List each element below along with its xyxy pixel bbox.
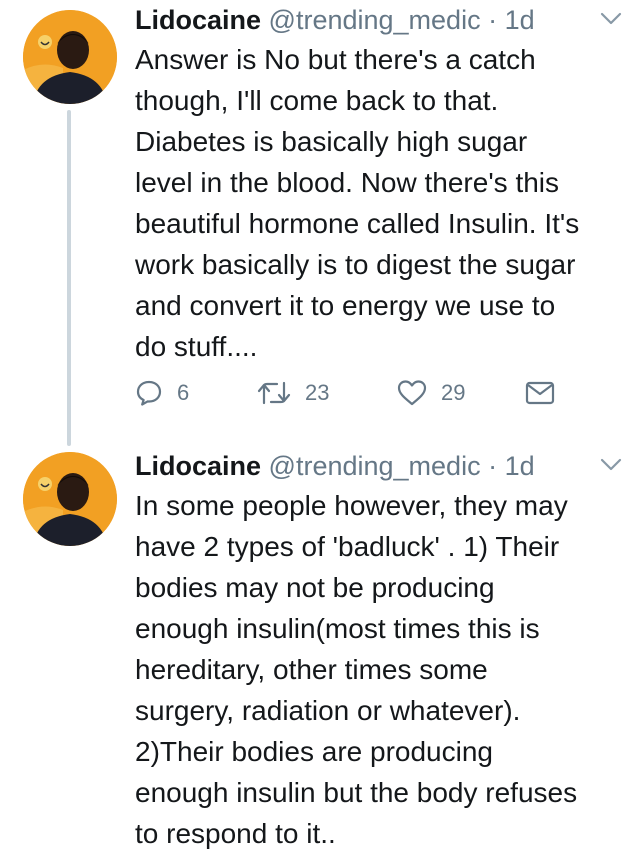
tweet-text: In some people however, they may have 2 …: [135, 490, 578, 849]
separator: ·: [488, 451, 498, 481]
retweet-button[interactable]: 23: [257, 376, 329, 410]
tweet-header: Lidocaine @trending_medic · 1d: [135, 2, 535, 38]
like-count: 29: [441, 380, 466, 405]
display-name[interactable]: Lidocaine: [135, 5, 261, 35]
like-button[interactable]: 29: [397, 376, 465, 410]
timestamp[interactable]: 1d: [505, 451, 535, 481]
reply-count: 6: [177, 380, 190, 405]
retweet-count: 23: [305, 380, 330, 405]
reply-button[interactable]: 6: [135, 376, 189, 410]
direct-message-button[interactable]: [525, 376, 555, 410]
display-name[interactable]: Lidocaine: [135, 451, 261, 481]
reply-icon: [135, 379, 163, 407]
tweet[interactable]: Lidocaine @trending_medic · 1d In some p…: [0, 442, 640, 849]
separator: ·: [488, 5, 498, 35]
envelope-icon: [525, 380, 555, 406]
user-handle[interactable]: @trending_medic: [269, 5, 481, 35]
avatar[interactable]: [23, 452, 117, 546]
tweet-text: Answer is No but there's a catch though,…: [135, 44, 580, 362]
avatar[interactable]: [23, 10, 117, 104]
heart-icon: [397, 379, 427, 407]
tweet[interactable]: Lidocaine @trending_medic · 1d Answer is…: [0, 0, 640, 430]
tweet-actions: 6 23 29: [135, 376, 575, 410]
timestamp[interactable]: 1d: [505, 5, 535, 35]
user-handle[interactable]: @trending_medic: [269, 451, 481, 481]
tweet-header: Lidocaine @trending_medic · 1d: [135, 448, 535, 484]
retweet-icon: [257, 379, 291, 407]
chevron-down-icon[interactable]: [600, 12, 622, 26]
chevron-down-icon[interactable]: [600, 458, 622, 472]
